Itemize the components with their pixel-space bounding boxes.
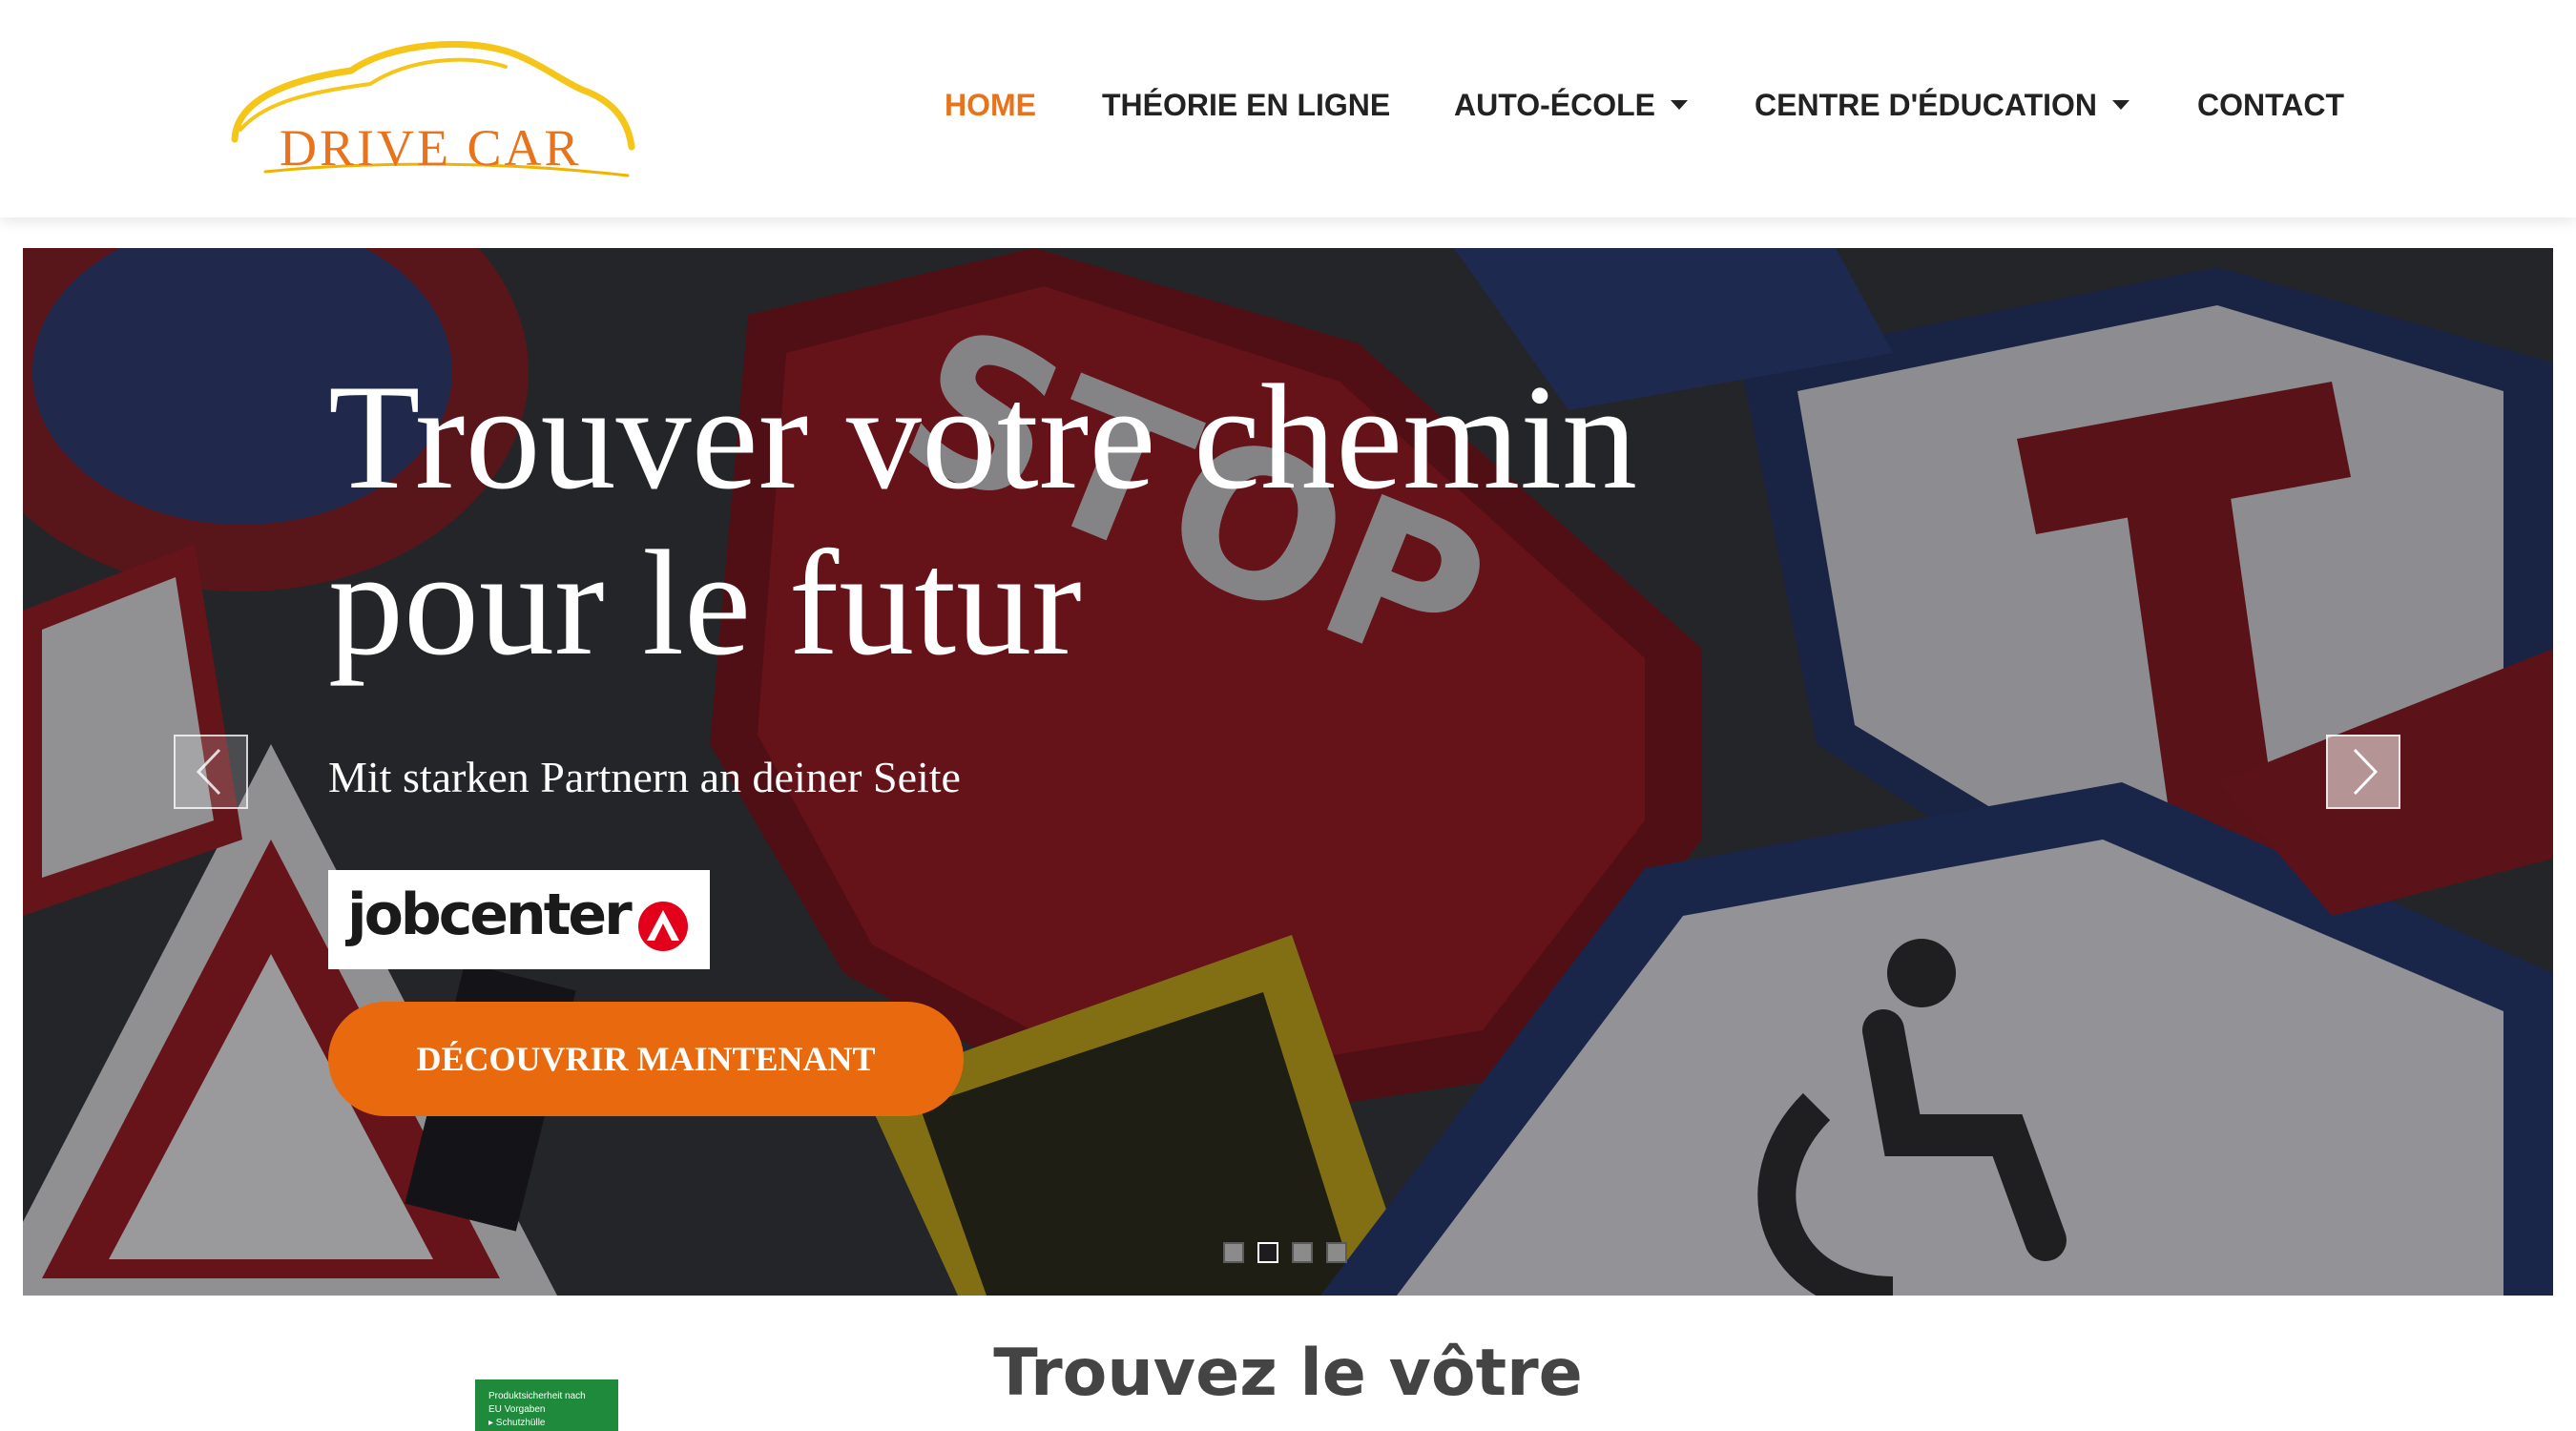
nav-centre-education[interactable]: CENTRE D'ÉDUCATION (1755, 88, 2130, 123)
arbeitsagentur-a-icon (638, 902, 688, 951)
nav-auto-ecole-label: AUTO-ÉCOLE (1454, 88, 1655, 122)
chevron-left-icon (196, 748, 221, 796)
nav-contact[interactable]: CONTACT (2197, 88, 2344, 123)
site-header: DRIVE CAR HOME THÉORIE EN LIGNE AUTO-ÉCO… (0, 0, 2576, 218)
hero-carousel: STOP Trouver votre chemin pour le futur … (23, 248, 2553, 1296)
product-safety-badge: Produktsicherheit nach EU Vorgaben ▸ Sch… (475, 1379, 618, 1431)
section-title: Trouvez le vôtre (993, 1336, 1583, 1411)
hero-title: Trouver votre chemin pour le futur (328, 355, 1855, 687)
carousel-dot-3[interactable] (1292, 1242, 1313, 1263)
badge-line-2: EU Vorgaben (488, 1404, 546, 1415)
hero-title-line-1: Trouver votre chemin (328, 354, 1638, 521)
nav-home[interactable]: HOME (945, 88, 1036, 123)
carousel-dot-4[interactable] (1326, 1242, 1347, 1263)
badge-line-3: ▸ Schutzhülle (488, 1418, 546, 1428)
main-nav: HOME THÉORIE EN LIGNE AUTO-ÉCOLE CENTRE … (0, 88, 2576, 134)
nav-theorie-en-ligne[interactable]: THÉORIE EN LIGNE (1102, 88, 1390, 123)
badge-line-1: Produktsicherheit nach (488, 1391, 586, 1401)
nav-auto-ecole[interactable]: AUTO-ÉCOLE (1454, 88, 1688, 123)
caret-down-icon (1670, 99, 1688, 110)
hero-subtitle: Mit starken Partnern an deiner Seite (328, 753, 961, 801)
carousel-prev-button[interactable] (174, 735, 248, 809)
carousel-dot-2[interactable] (1257, 1242, 1278, 1263)
carousel-next-button[interactable] (2326, 735, 2400, 809)
nav-centre-education-label: CENTRE D'ÉDUCATION (1755, 88, 2098, 122)
caret-down-icon (2112, 99, 2130, 110)
jobcenter-partner-logo[interactable]: jobcenter (328, 870, 710, 969)
jobcenter-logo-text: jobcenter (347, 881, 633, 948)
hero-title-line-2: pour le futur (328, 520, 1082, 687)
decouvrir-maintenant-button[interactable]: DÉCOUVRIR MAINTENANT (328, 1002, 964, 1116)
chevron-right-icon (2353, 748, 2379, 796)
carousel-dot-1[interactable] (1223, 1242, 1244, 1263)
